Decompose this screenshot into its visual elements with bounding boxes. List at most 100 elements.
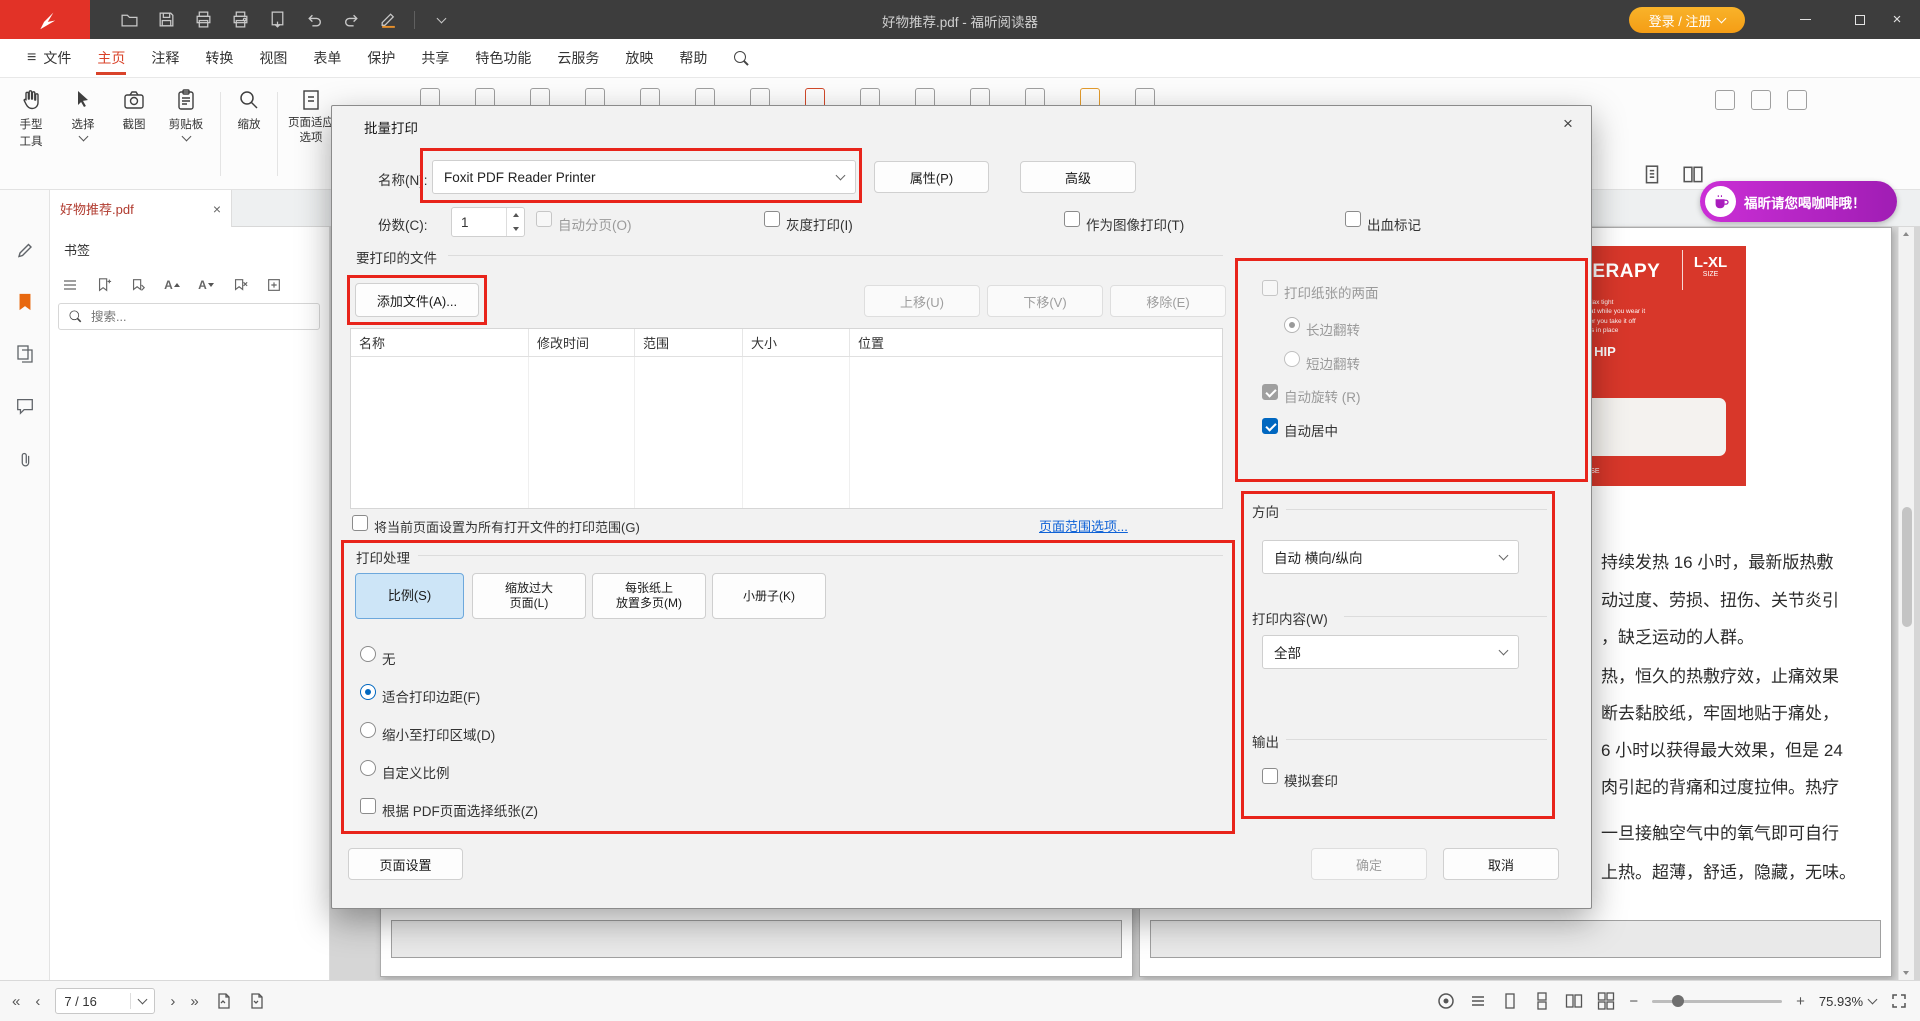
bleed-marks-checkbox[interactable] (1345, 211, 1361, 227)
custom-scale-radio[interactable] (360, 760, 376, 776)
menu-search-button[interactable] (720, 39, 763, 78)
clipboard-button[interactable]: 剪贴板 (162, 88, 210, 140)
zoom-slider[interactable] (1652, 994, 1782, 1008)
orientation-select[interactable]: 自动 横向/纵向 (1262, 540, 1519, 574)
export-icon[interactable] (266, 9, 288, 31)
page-number-input[interactable]: 7 / 16 (55, 988, 155, 1014)
hand-tool-button[interactable]: 手型 工具 (8, 88, 54, 149)
comments-panel-icon[interactable] (13, 394, 37, 418)
column-header-location[interactable]: 位置 (850, 329, 1222, 356)
grayscale-checkbox[interactable] (764, 211, 780, 227)
continuous-page-icon[interactable] (1533, 992, 1551, 1010)
column-header-name[interactable]: 名称 (351, 329, 529, 356)
zoom-percent-dropdown[interactable]: 75.93% (1819, 994, 1876, 1009)
tab-close-icon[interactable]: × (213, 201, 221, 217)
zoom-out-icon[interactable]: − (1629, 993, 1638, 1010)
toolbar-icon[interactable] (1715, 90, 1735, 110)
scroll-up-icon[interactable] (1903, 232, 1909, 236)
add-files-button[interactable]: 添加文件(A)... (355, 283, 479, 317)
facing-page-view-icon[interactable] (1682, 164, 1704, 186)
toolbar-icon[interactable] (1751, 90, 1771, 110)
current-page-range-checkbox[interactable] (352, 515, 368, 531)
collate-checkbox[interactable] (536, 211, 552, 227)
menu-convert[interactable]: 转换 (192, 39, 246, 78)
menu-comment[interactable]: 注释 (138, 39, 192, 78)
previous-view-icon[interactable] (214, 992, 232, 1010)
column-header-modified[interactable]: 修改时间 (529, 329, 635, 356)
flip-long-radio[interactable] (1284, 317, 1300, 333)
menu-protect[interactable]: 保护 (354, 39, 408, 78)
coffee-promo-banner[interactable]: 福昕请您喝咖啡哦！ (1700, 181, 1897, 222)
reading-mode-icon[interactable] (1469, 992, 1487, 1010)
page-fit-button[interactable]: 页面适应选项 (285, 88, 337, 146)
fit-margins-radio[interactable] (360, 684, 376, 700)
cancel-button[interactable]: 取消 (1443, 848, 1559, 880)
advanced-button[interactable]: 高级 (1020, 161, 1136, 193)
scroll-down-icon[interactable] (1903, 971, 1909, 975)
open-file-icon[interactable] (118, 9, 140, 31)
remove-button[interactable]: 移除(E) (1110, 285, 1226, 317)
last-page-icon[interactable]: » (190, 993, 198, 1010)
print-setup-icon[interactable] (229, 9, 251, 31)
dialog-close-icon[interactable]: × (1554, 111, 1582, 137)
add-bookmark-icon[interactable] (94, 275, 114, 295)
copies-stepper[interactable]: 1 (451, 207, 525, 237)
snapshot-button[interactable]: 截图 (113, 88, 155, 132)
zoom-slider-knob[interactable] (1672, 995, 1684, 1007)
minimize-button[interactable] (1782, 0, 1828, 39)
document-tab[interactable]: 好物推荐.pdf × (50, 190, 232, 227)
menu-file[interactable]: ≡ 文件 (14, 39, 84, 78)
customize-toolbar-chevron-icon[interactable] (430, 9, 452, 31)
stepper-up-icon[interactable] (507, 208, 524, 222)
single-page-view-icon[interactable] (1641, 164, 1663, 186)
delete-bookmark-icon[interactable] (230, 275, 250, 295)
auto-center-checkbox[interactable] (1262, 418, 1278, 434)
toolbar-icon[interactable] (1787, 90, 1807, 110)
move-down-button[interactable]: 下移(V) (987, 285, 1103, 317)
scrollbar-thumb[interactable] (1902, 507, 1912, 627)
document-scrollbar[interactable] (1898, 227, 1914, 980)
move-up-button[interactable]: 上移(U) (864, 285, 980, 317)
menu-view[interactable]: 视图 (246, 39, 300, 78)
menu-share[interactable]: 共享 (408, 39, 462, 78)
column-header-range[interactable]: 范围 (635, 329, 743, 356)
scale-tab-button[interactable]: 比例(S) (355, 573, 464, 619)
multiple-pages-tab-button[interactable]: 每张纸上放置多页(M) (592, 573, 706, 619)
properties-button[interactable]: 属性(P) (874, 161, 989, 193)
fit-none-radio[interactable] (360, 646, 376, 662)
shrink-radio[interactable] (360, 722, 376, 738)
annotation-panel-icon[interactable] (13, 238, 37, 262)
single-page-icon[interactable] (1501, 992, 1519, 1010)
attachments-panel-icon[interactable] (13, 448, 37, 472)
zoom-in-icon[interactable]: + (1796, 993, 1805, 1010)
fullscreen-icon[interactable] (1890, 992, 1908, 1010)
next-page-icon[interactable]: › (170, 993, 175, 1010)
zoom-tool-button[interactable]: 缩放 (228, 88, 270, 132)
print-as-image-checkbox[interactable] (1064, 211, 1080, 227)
undo-icon[interactable] (303, 9, 325, 31)
files-table-body[interactable] (351, 357, 1222, 508)
foxit-logo[interactable] (0, 0, 90, 39)
flip-short-radio[interactable] (1284, 351, 1300, 367)
first-page-icon[interactable]: « (12, 993, 20, 1010)
print-content-select[interactable]: 全部 (1262, 635, 1519, 669)
paper-by-pdf-checkbox[interactable] (360, 798, 376, 814)
print-icon[interactable] (192, 9, 214, 31)
printer-select[interactable]: Foxit PDF Reader Printer (432, 160, 856, 194)
previous-page-icon[interactable]: ‹ (35, 993, 40, 1010)
menu-home[interactable]: 主页 (84, 39, 138, 78)
auto-rotate-checkbox[interactable] (1262, 384, 1278, 400)
facing-icon[interactable] (1565, 992, 1583, 1010)
close-button[interactable]: × (1874, 0, 1920, 39)
goto-bookmark-icon[interactable] (128, 275, 148, 295)
oversize-tab-button[interactable]: 缩放过大页面(L) (472, 573, 586, 619)
redo-icon[interactable] (340, 9, 362, 31)
continuous-facing-icon[interactable] (1597, 992, 1615, 1010)
bookmark-list-icon[interactable] (60, 275, 80, 295)
next-view-icon[interactable] (247, 992, 265, 1010)
overprint-checkbox[interactable] (1262, 768, 1278, 784)
duplex-checkbox[interactable] (1262, 280, 1278, 296)
save-icon[interactable] (155, 9, 177, 31)
stepper-down-icon[interactable] (507, 222, 524, 236)
booklet-tab-button[interactable]: 小册子(K) (712, 573, 826, 619)
